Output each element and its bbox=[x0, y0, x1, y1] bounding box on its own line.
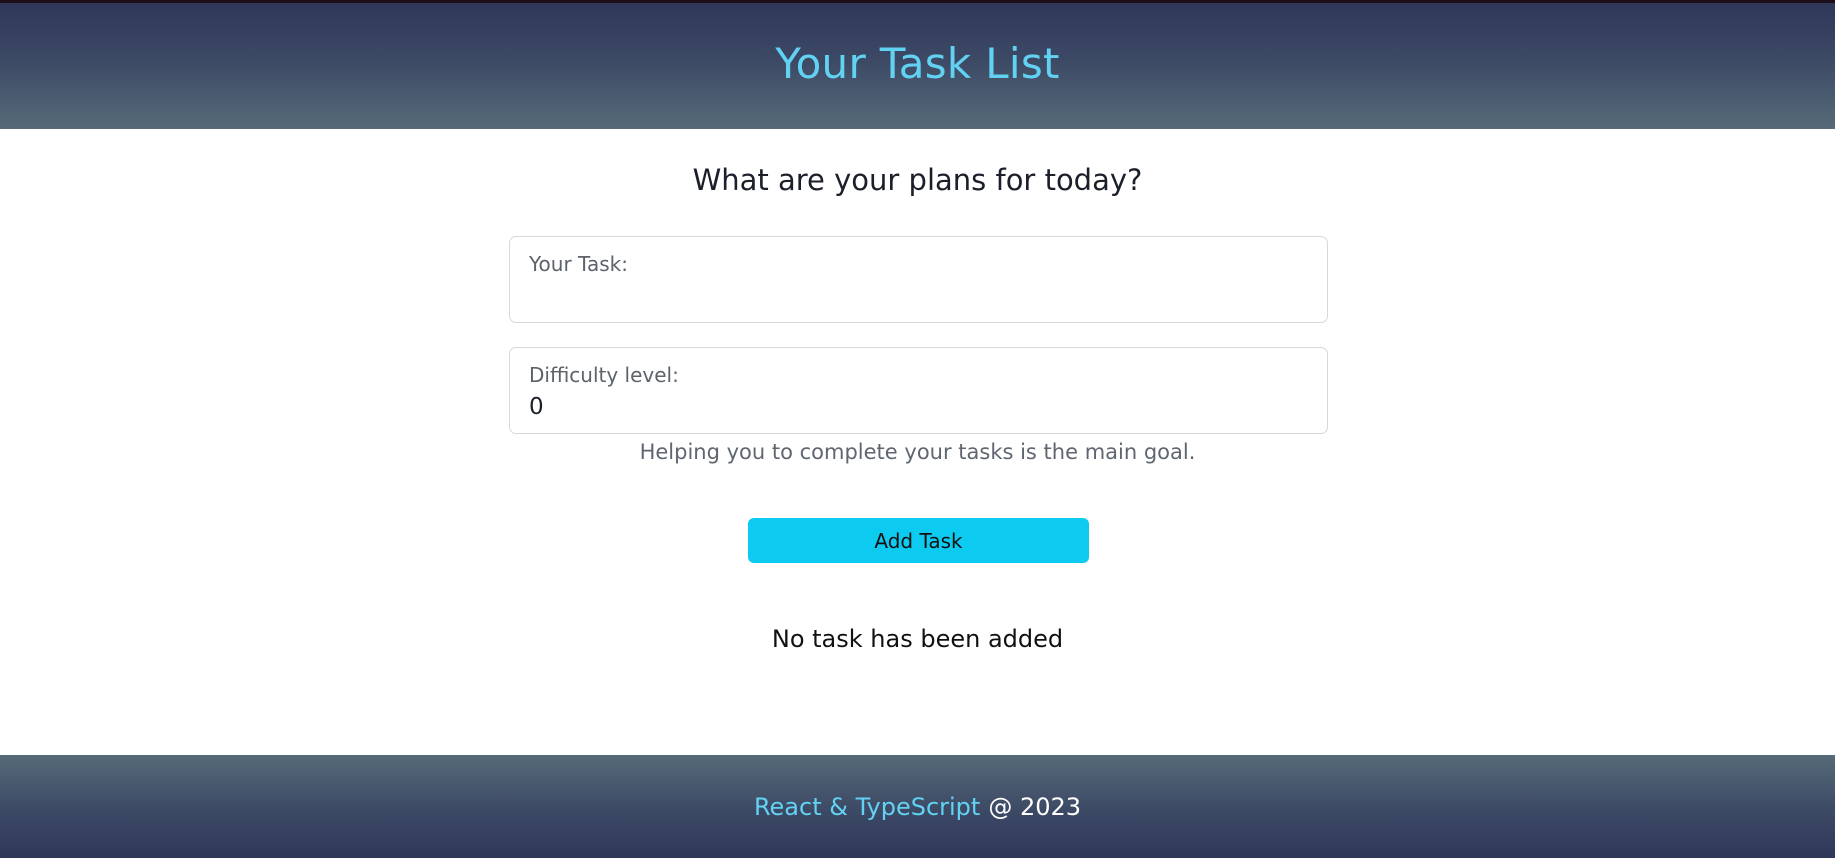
page: Your Task List What are your plans for t… bbox=[0, 0, 1835, 858]
footer-tech-link[interactable]: React & TypeScript bbox=[754, 793, 980, 821]
main-content: What are your plans for today? Your Task… bbox=[0, 129, 1835, 755]
footer-year: @ 2023 bbox=[988, 792, 1082, 821]
difficulty-field-label: Difficulty level: bbox=[529, 363, 679, 387]
difficulty-input[interactable] bbox=[529, 390, 1308, 424]
helper-text: Helping you to complete your tasks is th… bbox=[639, 440, 1196, 464]
task-input[interactable] bbox=[529, 279, 1308, 313]
app-header: Your Task List bbox=[0, 0, 1835, 129]
task-field[interactable]: Your Task: bbox=[509, 236, 1328, 323]
empty-task-message: No task has been added bbox=[771, 625, 1064, 653]
app-footer: React & TypeScript @ 2023 bbox=[0, 755, 1835, 858]
difficulty-field[interactable]: Difficulty level: bbox=[509, 347, 1328, 434]
task-field-label: Your Task: bbox=[529, 252, 628, 276]
page-title: Your Task List bbox=[775, 39, 1060, 88]
add-task-button[interactable]: Add Task bbox=[748, 518, 1089, 563]
plans-heading: What are your plans for today? bbox=[692, 163, 1143, 197]
